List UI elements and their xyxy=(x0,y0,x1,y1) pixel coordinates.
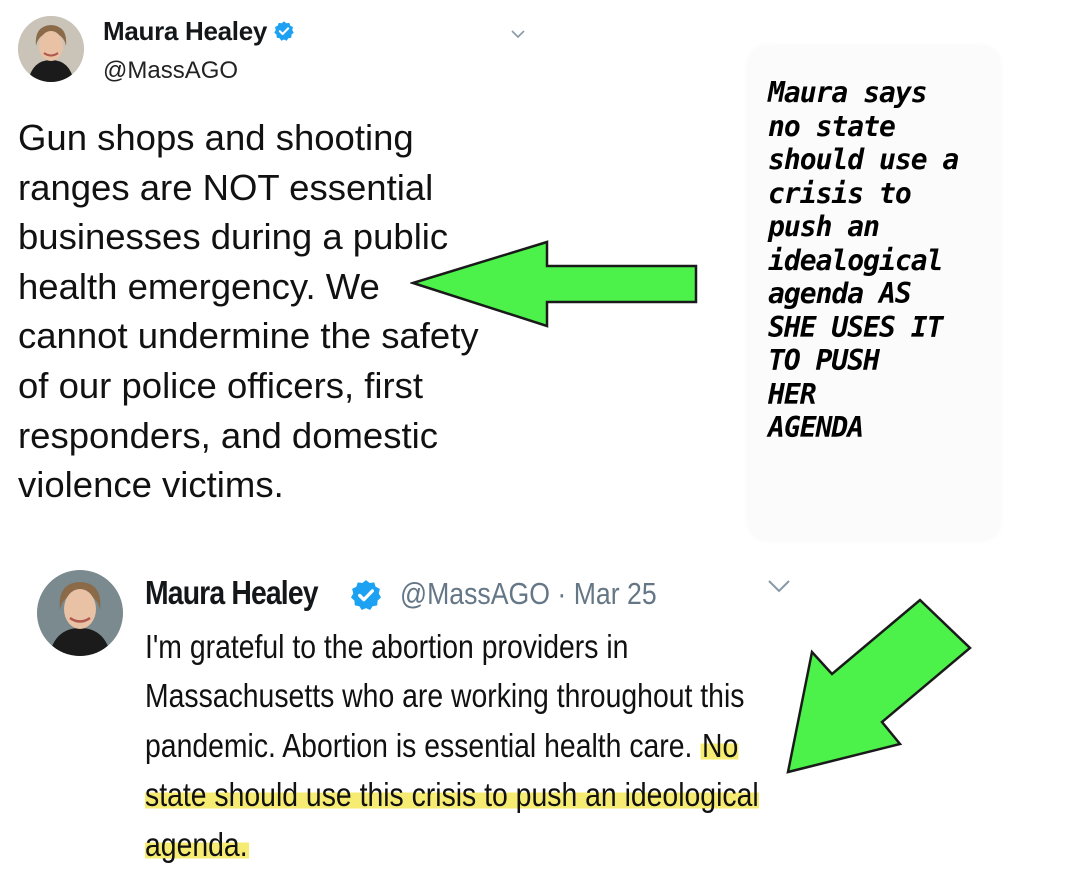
green-arrow xyxy=(786,598,972,774)
author-name[interactable]: Maura Healey xyxy=(145,574,319,612)
author-name-text: Maura Healey xyxy=(145,574,319,611)
tweet-text: I'm grateful to the abortion providers i… xyxy=(145,622,799,869)
author-name[interactable]: Maura Healey xyxy=(103,16,295,49)
avatar[interactable] xyxy=(18,16,84,82)
avatar[interactable] xyxy=(37,570,123,656)
author-handle-date[interactable]: @MassAGO · Mar 25 xyxy=(400,576,657,612)
annotation-text: Maura says no state should use a crisis … xyxy=(768,76,959,444)
verified-badge-icon xyxy=(273,18,295,49)
tweet-text-plain: I'm grateful to the abortion providers i… xyxy=(145,628,745,764)
author-name-text: Maura Healey xyxy=(103,16,268,46)
chevron-down-icon[interactable] xyxy=(508,24,528,44)
verified-badge-icon xyxy=(349,578,383,617)
author-handle[interactable]: @MassAGO xyxy=(103,57,238,85)
green-arrow xyxy=(410,240,698,328)
